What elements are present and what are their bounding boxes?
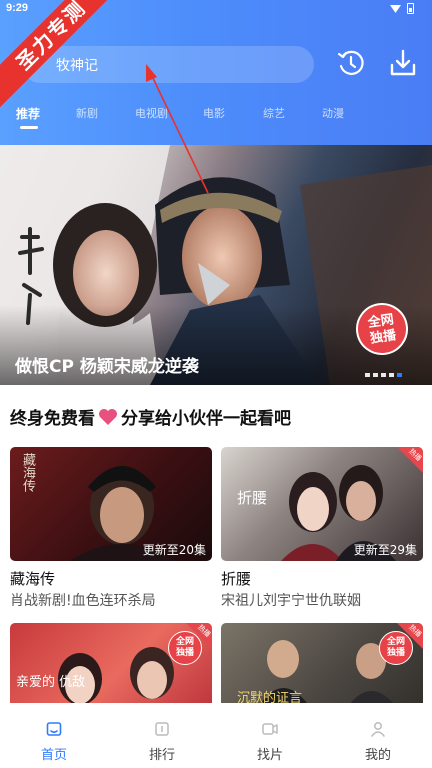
profile-icon bbox=[371, 722, 385, 737]
drama-subtitle: 宋祖儿刘宇宁世仇联姻 bbox=[221, 593, 361, 609]
download-icon[interactable] bbox=[386, 46, 420, 80]
poster-calligraphy: 亲爱的 仇敌 bbox=[16, 675, 86, 690]
app-screen: 9:29 牧神记 推荐 新剧 电视剧 电影 综艺 动漫 圣力专测 全网 独播 做… bbox=[0, 0, 432, 768]
category-tabs: 推荐 新剧 电视剧 电影 综艺 动漫 bbox=[0, 101, 432, 131]
wifi-icon bbox=[390, 5, 401, 13]
drama-title: 折腰 bbox=[221, 570, 252, 588]
update-status: 更新至20集 bbox=[142, 543, 206, 557]
nav-home-label: 首页 bbox=[40, 748, 67, 763]
carousel-dot[interactable] bbox=[365, 373, 370, 377]
battery-icon bbox=[407, 3, 414, 14]
heart-icon bbox=[99, 408, 117, 425]
tab-new-drama[interactable]: 新剧 bbox=[76, 105, 98, 121]
status-time: 9:29 bbox=[6, 2, 29, 14]
drama-subtitle: 肖战新剧!血色连环杀局 bbox=[10, 593, 156, 609]
nav-find[interactable]: 找片 bbox=[216, 703, 324, 768]
tab-recommend[interactable]: 推荐 bbox=[16, 105, 40, 122]
nav-find-label: 找片 bbox=[256, 748, 283, 763]
banner-title: 做恨CP 杨颖宋威龙逆袭 bbox=[15, 357, 199, 377]
nav-mine[interactable]: 我的 bbox=[324, 703, 432, 768]
update-status: 更新至29集 bbox=[353, 543, 417, 557]
hero-banner[interactable]: 全网 独播 做恨CP 杨颖宋威龙逆袭 bbox=[0, 145, 432, 385]
nav-home[interactable]: 首页 bbox=[0, 703, 108, 768]
home-icon bbox=[46, 722, 62, 736]
share-promo[interactable]: 终身免费看 分享给小伙伴一起看吧 bbox=[10, 404, 291, 429]
search-bar[interactable]: 牧神记 bbox=[22, 46, 314, 83]
carousel-dots[interactable] bbox=[365, 373, 402, 377]
tab-variety[interactable]: 综艺 bbox=[263, 105, 285, 121]
nav-mine-label: 我的 bbox=[364, 748, 391, 763]
tab-indicator bbox=[20, 126, 38, 129]
carousel-dot[interactable] bbox=[381, 373, 386, 377]
search-input[interactable]: 牧神记 bbox=[56, 55, 98, 75]
ranking-icon bbox=[155, 722, 169, 736]
carousel-dot[interactable] bbox=[373, 373, 378, 377]
share-text-before: 终身免费看 bbox=[10, 409, 95, 429]
share-text-after: 分享给小伙伴一起看吧 bbox=[121, 409, 291, 429]
drama-title: 藏海传 bbox=[10, 570, 56, 588]
nav-ranking[interactable]: 排行 bbox=[108, 703, 216, 768]
tab-anime[interactable]: 动漫 bbox=[322, 105, 344, 121]
carousel-dot-active[interactable] bbox=[397, 373, 402, 377]
drama-poster[interactable]: 折腰 热播 更新至29集 bbox=[221, 447, 423, 561]
tab-movie[interactable]: 电影 bbox=[203, 105, 225, 121]
drama-card[interactable]: 藏海传 更新至20集 藏海传 肖战新剧!血色连环杀局 bbox=[10, 447, 212, 609]
tab-tv-series[interactable]: 电视剧 bbox=[135, 105, 168, 121]
poster-calligraphy: 折腰 bbox=[237, 489, 268, 507]
bottom-navigation: 首页 排行 找片 我的 bbox=[0, 703, 432, 768]
drama-card[interactable]: 折腰 热播 更新至29集 折腰 宋祖儿刘宇宁世仇联姻 bbox=[221, 447, 423, 609]
history-icon[interactable] bbox=[334, 46, 368, 80]
video-icon bbox=[262, 723, 278, 735]
nav-ranking-label: 排行 bbox=[148, 748, 175, 763]
poster-calligraphy: 藏海传 bbox=[20, 453, 35, 492]
carousel-dot[interactable] bbox=[389, 373, 394, 377]
drama-poster[interactable]: 藏海传 更新至20集 bbox=[10, 447, 212, 561]
